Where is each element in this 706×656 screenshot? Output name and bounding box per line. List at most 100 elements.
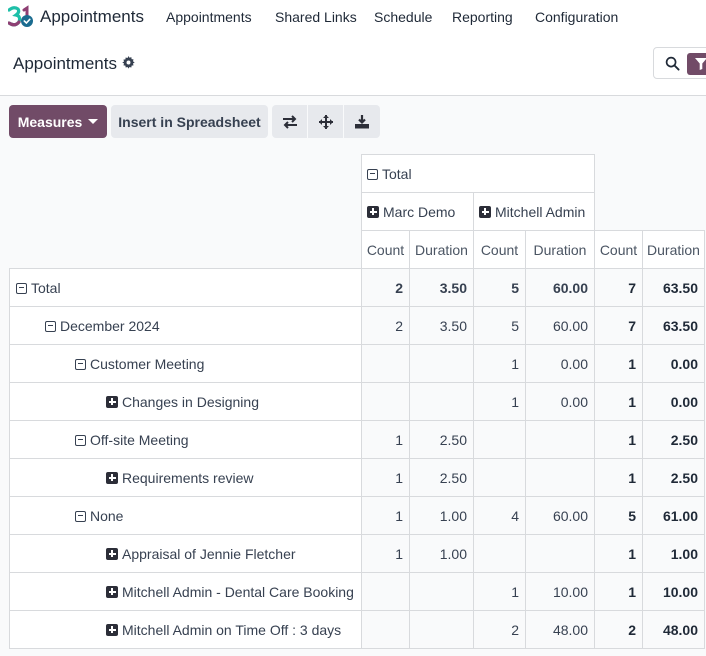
pivot-cell[interactable]: 1: [594, 420, 643, 459]
pivot-cell[interactable]: 1: [361, 420, 410, 459]
pivot-cell[interactable]: 63.50: [642, 306, 705, 345]
pivot-cell[interactable]: 4: [473, 496, 526, 535]
nav-shared-links[interactable]: Shared Links: [275, 9, 357, 25]
pivot-cell[interactable]: 1: [594, 344, 643, 383]
pivot-cell[interactable]: [409, 382, 474, 421]
pivot-cell[interactable]: 0.00: [525, 344, 595, 383]
pivot-cell[interactable]: 1: [473, 572, 526, 611]
insert-in-spreadsheet-button[interactable]: Insert in Spreadsheet: [111, 105, 268, 138]
row-header[interactable]: Mitchell Admin - Dental Care Booking: [9, 572, 362, 611]
pivot-cell[interactable]: 10.00: [642, 572, 705, 611]
row-header[interactable]: Off-site Meeting: [9, 420, 362, 459]
exchange-icon: [282, 114, 297, 129]
pivot-cell[interactable]: 2.50: [642, 420, 705, 459]
search-bar[interactable]: [653, 47, 706, 79]
collapse-icon: [75, 358, 86, 370]
row-header[interactable]: Requirements review: [9, 458, 362, 497]
pivot-cell[interactable]: 2: [594, 610, 643, 649]
nav-appointments[interactable]: Appointments: [166, 9, 252, 25]
measure-header-count[interactable]: Count: [361, 230, 410, 269]
pivot-cell[interactable]: 1: [361, 534, 410, 573]
measure-header-count[interactable]: Count: [473, 230, 526, 269]
pivot-cell[interactable]: 48.00: [642, 610, 705, 649]
pivot-cell[interactable]: 1: [594, 382, 643, 421]
pivot-cell[interactable]: [525, 458, 595, 497]
pivot-cell[interactable]: 48.00: [525, 610, 595, 649]
pivot-cell[interactable]: 3.50: [409, 268, 474, 307]
col-header-marc-demo[interactable]: Marc Demo: [361, 192, 474, 231]
pivot-cell[interactable]: 5: [594, 496, 643, 535]
nav-configuration[interactable]: Configuration: [535, 9, 618, 25]
pivot-cell[interactable]: 2.50: [642, 458, 705, 497]
pivot-cell[interactable]: 2.50: [409, 420, 474, 459]
pivot-cell[interactable]: [525, 420, 595, 459]
measure-header-duration[interactable]: Duration: [409, 230, 474, 269]
pivot-cell[interactable]: 2: [361, 268, 410, 307]
row-header[interactable]: December 2024: [9, 306, 362, 345]
pivot-cell[interactable]: 1: [361, 496, 410, 535]
pivot-cell[interactable]: 0.00: [525, 382, 595, 421]
pivot-cell[interactable]: [473, 420, 526, 459]
pivot-cell[interactable]: 1.00: [409, 496, 474, 535]
pivot-cell[interactable]: 63.50: [642, 268, 705, 307]
measure-header-count[interactable]: Count: [594, 230, 643, 269]
pivot-cell[interactable]: 1: [594, 534, 643, 573]
measures-dropdown-button[interactable]: Measures: [9, 105, 107, 138]
measure-header-duration[interactable]: Duration: [525, 230, 595, 269]
expand-all-button[interactable]: [308, 105, 344, 138]
row-header[interactable]: Appraisal of Jennie Fletcher: [9, 534, 362, 573]
search-icon[interactable]: [665, 56, 680, 71]
pivot-cell[interactable]: [525, 534, 595, 573]
nav-reporting[interactable]: Reporting: [452, 9, 513, 25]
pivot-cell[interactable]: [409, 610, 474, 649]
pivot-cell[interactable]: 1: [473, 344, 526, 383]
pivot-cell[interactable]: 5: [473, 268, 526, 307]
pivot-cell[interactable]: [473, 458, 526, 497]
pivot-cell[interactable]: 2: [361, 306, 410, 345]
pivot-cell[interactable]: 5: [473, 306, 526, 345]
expand-icon: [106, 395, 118, 408]
pivot-cell[interactable]: [409, 344, 474, 383]
row-header[interactable]: None: [9, 496, 362, 535]
row-header[interactable]: Changes in Designing: [9, 382, 362, 421]
pivot-cell[interactable]: [361, 344, 410, 383]
col-header-total[interactable]: Total: [361, 154, 595, 193]
pivot-cell[interactable]: 1: [594, 572, 643, 611]
col-header-mitchell-admin[interactable]: Mitchell Admin: [473, 192, 595, 231]
pivot-cell[interactable]: 10.00: [525, 572, 595, 611]
pivot-cell[interactable]: [361, 572, 410, 611]
pivot-cell[interactable]: [473, 534, 526, 573]
row-header[interactable]: Customer Meeting: [9, 344, 362, 383]
pivot-cell[interactable]: [361, 382, 410, 421]
row-header[interactable]: Mitchell Admin on Time Off : 3 days: [9, 610, 362, 649]
pivot-cell[interactable]: 7: [594, 306, 643, 345]
pivot-cell[interactable]: 1.00: [409, 534, 474, 573]
pivot-cell[interactable]: 60.00: [525, 306, 595, 345]
pivot-cell[interactable]: 61.00: [642, 496, 705, 535]
flip-axis-button[interactable]: [272, 105, 308, 138]
nav-schedule[interactable]: Schedule: [374, 9, 432, 25]
appointments-logo-icon[interactable]: [8, 5, 34, 29]
expand-icon: [106, 623, 118, 636]
pivot-cell[interactable]: 1: [594, 458, 643, 497]
pivot-cell[interactable]: 0.00: [642, 382, 705, 421]
pivot-cell[interactable]: 0.00: [642, 344, 705, 383]
pivot-cell[interactable]: [361, 610, 410, 649]
download-xlsx-button[interactable]: [344, 105, 380, 138]
pivot-cell[interactable]: 2: [473, 610, 526, 649]
pivot-cell[interactable]: 1.00: [642, 534, 705, 573]
pivot-cell[interactable]: [409, 572, 474, 611]
row-header[interactable]: Total: [9, 268, 362, 307]
expand-icon: [106, 585, 118, 598]
pivot-cell[interactable]: 2.50: [409, 458, 474, 497]
col-header-label: Mitchell Admin: [495, 203, 586, 220]
pivot-cell[interactable]: 3.50: [409, 306, 474, 345]
pivot-cell[interactable]: 60.00: [525, 268, 595, 307]
pivot-cell[interactable]: 1: [361, 458, 410, 497]
pivot-cell[interactable]: 60.00: [525, 496, 595, 535]
filter-toggle-button[interactable]: [687, 53, 706, 75]
measure-header-duration[interactable]: Duration: [642, 230, 705, 269]
pivot-cell[interactable]: 7: [594, 268, 643, 307]
gear-icon[interactable]: [122, 56, 135, 69]
pivot-cell[interactable]: 1: [473, 382, 526, 421]
